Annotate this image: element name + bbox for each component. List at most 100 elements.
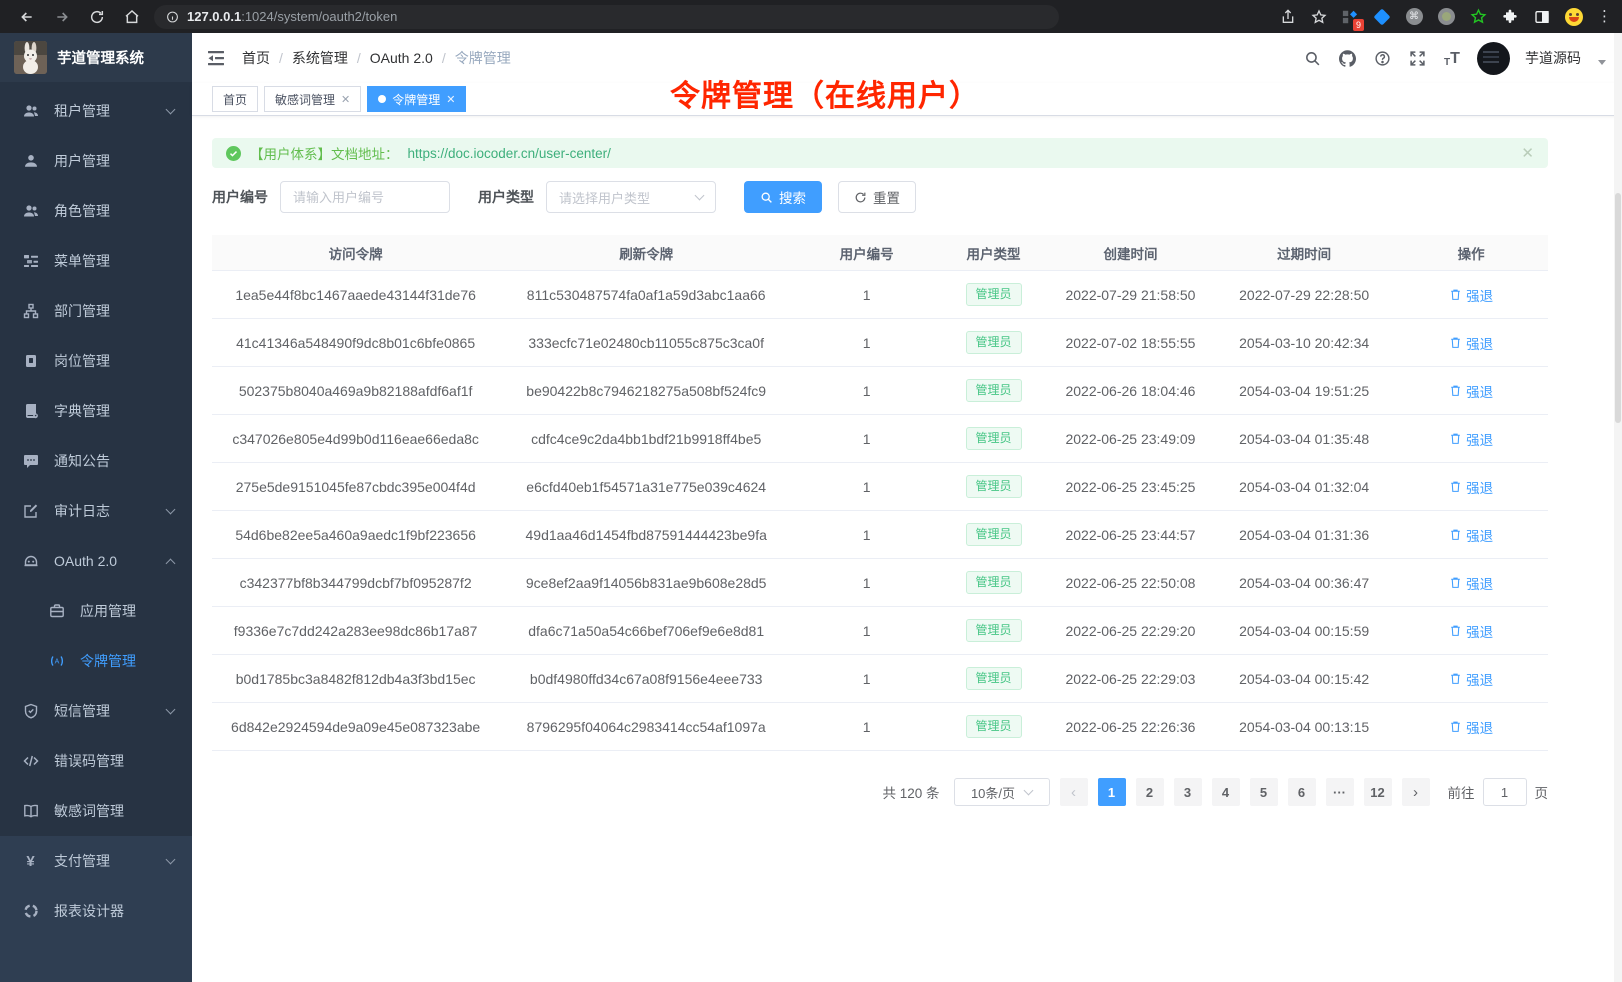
doc-alert: 【用户体系】文档地址： https://doc.iocoder.cn/user-… (212, 138, 1548, 168)
sidebar-item-dept[interactable]: 部门管理 (0, 286, 192, 336)
github-icon[interactable] (1337, 48, 1357, 68)
profile-emoji-icon[interactable] (1565, 8, 1583, 26)
prev-page-button[interactable]: ‹ (1060, 778, 1088, 806)
force-logout-button[interactable]: 强退 (1449, 429, 1493, 449)
search-button[interactable]: 搜索 (744, 181, 822, 213)
search-icon[interactable] (1302, 48, 1322, 68)
page-button-6[interactable]: 6 (1288, 778, 1316, 806)
scrollbar-thumb[interactable] (1615, 193, 1621, 423)
sidebar-collapse-icon[interactable] (206, 48, 226, 68)
sidebar-item-sensitive[interactable]: 敏感词管理 (0, 786, 192, 836)
breadcrumb: 首页 / 系统管理 / OAuth 2.0 / 令牌管理 (242, 48, 511, 68)
breadcrumb-oauth[interactable]: OAuth 2.0 (370, 50, 433, 66)
sidebar-item-post[interactable]: 岗位管理 (0, 336, 192, 386)
reset-button[interactable]: 重置 (838, 181, 916, 213)
page-button-2[interactable]: 2 (1136, 778, 1164, 806)
next-page-button[interactable]: › (1402, 778, 1430, 806)
extension-record-icon[interactable] (1437, 8, 1455, 26)
force-logout-button[interactable]: 强退 (1449, 621, 1493, 641)
page-button-3[interactable]: 3 (1174, 778, 1202, 806)
close-icon[interactable]: ✕ (341, 93, 350, 106)
avatar[interactable] (1477, 42, 1510, 75)
extension-gem-icon[interactable] (1373, 8, 1391, 26)
sidebar-item-menu-mgmt[interactable]: 菜单管理 (0, 236, 192, 286)
side-panel-icon[interactable] (1533, 8, 1551, 26)
username[interactable]: 芋道源码 (1525, 48, 1581, 68)
force-logout-button[interactable]: 强退 (1449, 381, 1493, 401)
home-icon[interactable] (123, 8, 140, 25)
font-size-icon[interactable]: TT (1442, 48, 1462, 68)
code-icon (22, 753, 39, 770)
goto-page-input[interactable] (1483, 778, 1527, 806)
expire-time-cell: 2054-03-10 20:42:34 (1214, 335, 1394, 351)
sidebar-item-label: 部门管理 (54, 301, 110, 321)
breadcrumb-home[interactable]: 首页 (242, 48, 270, 68)
sidebar-item-oauth-app[interactable]: 应用管理 (0, 586, 192, 636)
sidebar-item-oauth-token[interactable]: A 令牌管理 (0, 636, 192, 686)
expire-time-cell: 2054-03-04 00:36:47 (1214, 575, 1394, 591)
page-button-1[interactable]: 1 (1098, 778, 1126, 806)
tab-token-mgmt[interactable]: 令牌管理✕ (367, 86, 466, 112)
breadcrumb-system[interactable]: 系统管理 (292, 48, 348, 68)
page-button-4[interactable]: 4 (1212, 778, 1240, 806)
bookmark-star-icon[interactable] (1310, 8, 1327, 25)
svg-text:A: A (54, 659, 59, 666)
sidebar-item-errorcode[interactable]: 错误码管理 (0, 736, 192, 786)
force-logout-button[interactable]: 强退 (1449, 525, 1493, 545)
alert-close-icon[interactable]: ✕ (1521, 144, 1534, 162)
post-badge-icon (22, 353, 39, 370)
page-button-12[interactable]: 12 (1364, 778, 1392, 806)
col-actions: 操作 (1394, 243, 1548, 263)
force-logout-button[interactable]: 强退 (1449, 285, 1493, 305)
force-logout-button[interactable]: 强退 (1449, 669, 1493, 689)
more-pages-button[interactable]: ··· (1326, 778, 1354, 806)
sidebar-item-report-designer[interactable]: 报表设计器 (0, 886, 192, 936)
page-button-5[interactable]: 5 (1250, 778, 1278, 806)
help-icon[interactable] (1372, 48, 1392, 68)
open-book-icon (22, 803, 39, 820)
user-type-select[interactable]: 请选择用户类型 (546, 181, 716, 213)
forward-icon[interactable] (53, 8, 70, 25)
sidebar-item-role[interactable]: 角色管理 (0, 186, 192, 236)
site-info-icon[interactable] (166, 10, 179, 23)
share-icon[interactable] (1279, 8, 1296, 25)
table-row: 1ea5e44f8bc1467aaede43144f31de76 811c530… (212, 271, 1548, 319)
back-icon[interactable] (18, 8, 35, 25)
close-icon[interactable]: ✕ (446, 93, 455, 106)
sidebar-item-audit[interactable]: 审计日志 (0, 486, 192, 536)
sidebar-item-sms[interactable]: 短信管理 (0, 686, 192, 736)
sidebar-item-oauth[interactable]: OAuth 2.0 (0, 536, 192, 586)
tab-home[interactable]: 首页 (212, 86, 258, 112)
scrollbar[interactable] (1614, 33, 1622, 982)
audit-log-icon (22, 503, 39, 520)
fullscreen-icon[interactable] (1407, 48, 1427, 68)
force-logout-button[interactable]: 强退 (1449, 477, 1493, 497)
sidebar-item-notice[interactable]: 通知公告 (0, 436, 192, 486)
address-bar[interactable]: 127.0.0.1:1024/system/oauth2/token (154, 5, 1059, 29)
force-logout-button[interactable]: 强退 (1449, 333, 1493, 353)
user-id-cell: 1 (793, 575, 940, 591)
extension-star-icon[interactable] (1469, 8, 1487, 26)
page-size-select[interactable]: 10条/页 (954, 778, 1050, 806)
col-refresh-token: 刷新令牌 (499, 243, 793, 263)
tab-sensitive-word[interactable]: 敏感词管理✕ (264, 86, 361, 112)
force-logout-button[interactable]: 强退 (1449, 717, 1493, 737)
main-area: 令牌管理（在线用户） 首页 / 系统管理 / OAuth 2.0 / 令牌管理 … (192, 33, 1622, 982)
extension-command-icon[interactable]: ⌘ (1405, 8, 1423, 26)
extension-puzzle-icon[interactable] (1501, 8, 1519, 26)
doc-link[interactable]: https://doc.iocoder.cn/user-center/ (408, 146, 611, 161)
force-logout-label: 强退 (1466, 477, 1493, 497)
browser-menu-icon[interactable]: ⋮ (1597, 9, 1612, 24)
sidebar-item-dict[interactable]: 字典管理 (0, 386, 192, 436)
access-token-cell: 6d842e2924594de9a09e45e087323abe (212, 719, 499, 735)
sidebar-item-label: 敏感词管理 (54, 801, 124, 821)
user-id-input[interactable] (280, 181, 450, 213)
extension-board-icon[interactable]: 9 (1341, 8, 1359, 26)
sidebar-item-tenant[interactable]: 租户管理 (0, 86, 192, 136)
force-logout-button[interactable]: 强退 (1449, 573, 1493, 593)
sidebar-item-user[interactable]: 用户管理 (0, 136, 192, 186)
user-menu-caret-icon[interactable] (1598, 60, 1606, 65)
reload-icon[interactable] (88, 8, 105, 25)
access-token-cell: f9336e7c7dd242a283ee98dc86b17a87 (212, 623, 499, 639)
sidebar-item-pay[interactable]: ¥ 支付管理 (0, 836, 192, 886)
